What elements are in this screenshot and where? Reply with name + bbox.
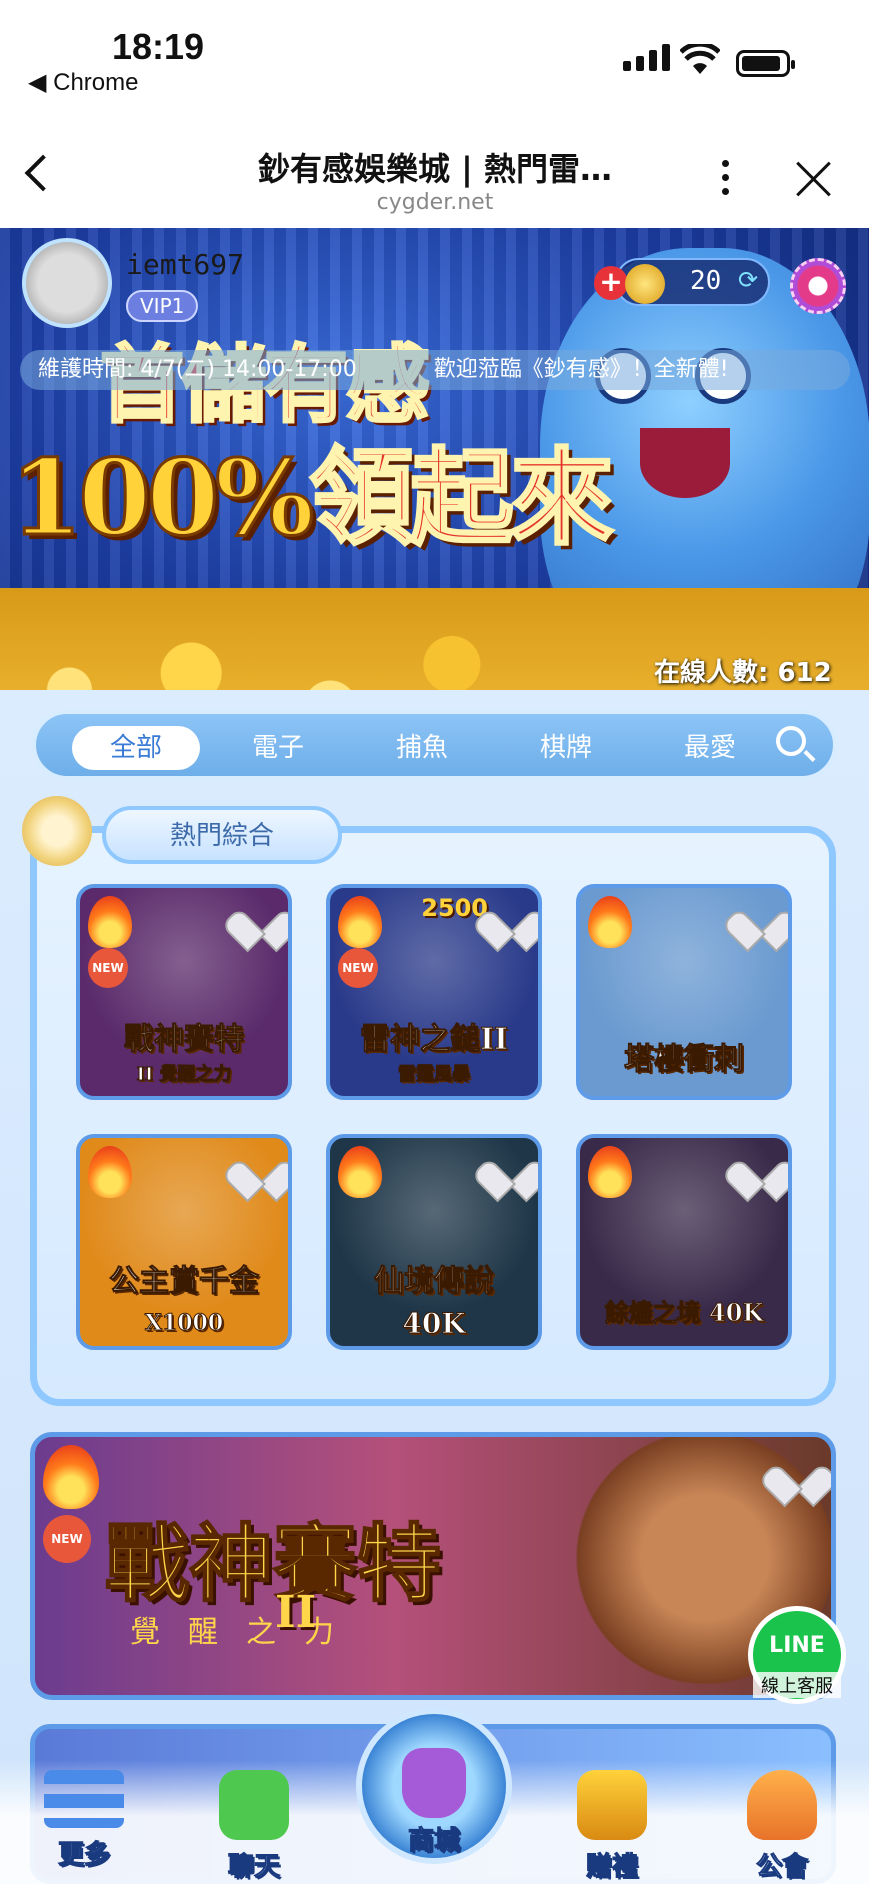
game-title: 仙境傳說 [374,1264,495,1300]
nav-shop-label: 商城 [407,1826,460,1857]
line-support-button[interactable]: LINE 線上客服 [748,1606,846,1704]
dragon-mouth [640,428,730,498]
wifi-icon [680,44,720,74]
search-icon[interactable] [776,726,806,756]
vip-badge: VIP1 [126,290,199,322]
promo-percent: 100% [9,435,316,561]
nav-guild[interactable]: 公會 [722,1770,842,1883]
rose-decoration [22,796,92,866]
nav-gift[interactable]: 贈禮 [552,1770,672,1883]
clock: 18:19 [112,26,205,67]
hot-fire-icon [338,896,382,948]
nav-more[interactable]: 更多 [24,1770,144,1871]
game-card[interactable]: 塔樓衝刺 [576,884,792,1100]
game-subtitle: 雷霆風暴 [398,1064,471,1086]
nav-chat[interactable]: 聊天 [194,1770,314,1883]
coin-value: 20 [690,266,722,296]
coin-icon [625,264,665,304]
favorite-heart-icon[interactable] [240,1146,280,1182]
hot-fire-icon [588,896,632,948]
game-subtitle: X1000 [144,1310,224,1337]
page-title: 鈔有感娛樂城 | 熱門雷… [258,150,612,188]
tab-slots[interactable]: 電子 [214,726,342,770]
line-brand: LINE [769,1633,825,1658]
treasure-chest-icon [577,1770,647,1840]
tab-favorites[interactable]: 最愛 [646,726,774,770]
tab-cards[interactable]: 棋牌 [502,726,630,770]
back-chevron-icon[interactable] [24,154,62,192]
online-count: 在線人數: 612 [654,658,832,688]
banner-title: 戰神賽特 [104,1513,442,1614]
browser-toolbar: 鈔有感娛樂城 | 熱門雷… cygder.net [0,120,869,228]
new-badge: NEW [338,948,378,988]
username: iemt697 [126,248,245,281]
close-icon[interactable] [795,160,833,198]
game-card[interactable]: 公主賞千金 X1000 [76,1134,292,1350]
game-card[interactable]: 仙境傳說 40K [326,1134,542,1350]
avatar[interactable] [22,238,112,328]
hot-fire-icon [588,1146,632,1198]
shop-bag-icon [402,1748,466,1818]
hot-fire-icon [338,1146,382,1198]
game-subtitle: 40K [402,1307,466,1341]
menu-icon [44,1770,124,1828]
nav-chat-label: 聊天 [227,1852,280,1883]
game-title: 公主賞千金 [109,1264,260,1300]
nav-gift-label: 贈禮 [585,1852,638,1883]
settings-gear-icon[interactable] [790,258,846,314]
favorite-heart-icon[interactable] [740,896,780,932]
refresh-icon[interactable]: ⟳ [738,266,758,294]
game-card[interactable]: 2500 雷神之鎚II 雷霆風暴 NEW [326,884,542,1100]
section-title: 熱門綜合 [102,806,342,864]
category-tabs: 全部 電子 捕魚 棋牌 最愛 [32,710,837,780]
promo-subheadline: 100%領起來 [9,413,616,564]
new-badge: NEW [88,948,128,988]
game-title: 雷神之鎚II [359,1022,509,1058]
chat-bubble-icon [219,1770,289,1840]
battery-icon [736,50,795,77]
promo-claim: 領起來 [308,435,615,561]
new-badge: NEW [43,1515,91,1563]
favorite-heart-icon[interactable] [490,896,530,932]
announcement-marquee: 維護時間: 4/7(二) 14:00-17:00 歡迎蒞臨《鈔有感》！全新體! [20,350,850,390]
line-support-label: 線上客服 [753,1672,841,1698]
game-card[interactable]: 餘燼之境 40K [576,1134,792,1350]
cellular-signal-icon [623,44,670,71]
game-subtitle: II 覺醒之力 [136,1064,232,1086]
favorite-heart-icon[interactable] [740,1146,780,1182]
favorite-heart-icon[interactable] [240,896,280,932]
favorite-heart-icon[interactable] [490,1146,530,1182]
tab-fishing[interactable]: 捕魚 [358,726,486,770]
tab-all[interactable]: 全部 [72,726,200,770]
game-title: 塔樓衝刺 [624,1042,745,1078]
nav-more-label: 更多 [57,1840,110,1871]
welcome-notice: 歡迎蒞臨《鈔有感》！全新體! [433,357,729,382]
page-url: cygder.net [376,190,494,215]
maintenance-notice: 維護時間: 4/7(二) 14:00-17:00 [38,357,357,382]
game-title: 戰神賽特 [124,1022,245,1058]
banner-subtitle: 覺醒之力 [130,1615,362,1650]
status-bar: 18:19 ◀ Chrome [0,0,869,120]
favorite-heart-icon[interactable] [777,1451,817,1487]
nav-guild-label: 公會 [755,1852,808,1883]
featured-game-banner[interactable]: 戰神賽特 II 覺醒之力 NEW [30,1432,836,1700]
hot-fire-icon [88,896,132,948]
more-options-icon[interactable] [722,160,729,195]
guild-shield-icon [747,1770,817,1840]
game-card[interactable]: 戰神賽特 II 覺醒之力 NEW [76,884,292,1100]
add-coins-button[interactable]: + [594,266,628,300]
hot-fire-icon [88,1146,132,1198]
game-title: 餘燼之境 40K [604,1298,764,1328]
hero-banner[interactable]: 首儲有感 100%領起來 iemt697 VIP1 + 20 ⟳ 維護時間: 4… [0,228,869,748]
back-to-app-link[interactable]: ◀ Chrome [28,68,138,97]
hot-fire-icon [43,1445,99,1509]
